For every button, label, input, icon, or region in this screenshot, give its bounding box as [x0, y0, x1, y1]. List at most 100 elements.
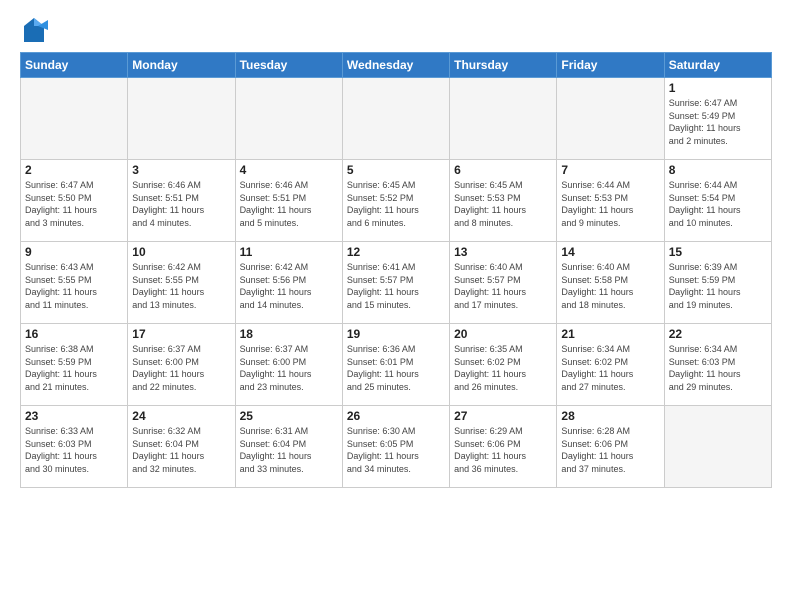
day-number: 4 [240, 163, 338, 177]
day-number: 19 [347, 327, 445, 341]
day-info: Sunrise: 6:32 AM Sunset: 6:04 PM Dayligh… [132, 425, 230, 475]
calendar-week-row: 16Sunrise: 6:38 AM Sunset: 5:59 PM Dayli… [21, 324, 772, 406]
column-header-friday: Friday [557, 53, 664, 78]
logo [20, 16, 52, 44]
calendar-day-cell: 26 Sunrise: 6:30 AM Sunset: 6:05 PM Dayli… [342, 406, 449, 488]
day-info: Sunrise: 6:45 AM Sunset: 5:53 PM Dayligh… [454, 179, 552, 229]
day-info: Sunrise: 6:46 AM Sunset: 5:51 PM Dayligh… [132, 179, 230, 229]
day-number: 7 [561, 163, 659, 177]
calendar-day-cell: 10 Sunrise: 6:42 AM Sunset: 5:55 PM Dayli… [128, 242, 235, 324]
day-number: 20 [454, 327, 552, 341]
day-number: 24 [132, 409, 230, 423]
day-number: 13 [454, 245, 552, 259]
day-info: Sunrise: 6:42 AM Sunset: 5:56 PM Dayligh… [240, 261, 338, 311]
calendar-header-row: SundayMondayTuesdayWednesdayThursdayFrid… [21, 53, 772, 78]
day-number: 22 [669, 327, 767, 341]
column-header-saturday: Saturday [664, 53, 771, 78]
day-number: 25 [240, 409, 338, 423]
calendar-day-cell [128, 78, 235, 160]
day-number: 28 [561, 409, 659, 423]
calendar-day-cell: 5 Sunrise: 6:45 AM Sunset: 5:52 PM Daylig… [342, 160, 449, 242]
day-info: Sunrise: 6:39 AM Sunset: 5:59 PM Dayligh… [669, 261, 767, 311]
day-number: 27 [454, 409, 552, 423]
day-info: Sunrise: 6:44 AM Sunset: 5:54 PM Dayligh… [669, 179, 767, 229]
calendar-day-cell: 19 Sunrise: 6:36 AM Sunset: 6:01 PM Dayli… [342, 324, 449, 406]
day-info: Sunrise: 6:33 AM Sunset: 6:03 PM Dayligh… [25, 425, 123, 475]
day-number: 15 [669, 245, 767, 259]
calendar-day-cell: 17Sunrise: 6:37 AM Sunset: 6:00 PM Dayli… [128, 324, 235, 406]
calendar-day-cell: 24 Sunrise: 6:32 AM Sunset: 6:04 PM Dayli… [128, 406, 235, 488]
day-number: 3 [132, 163, 230, 177]
day-info: Sunrise: 6:43 AM Sunset: 5:55 PM Dayligh… [25, 261, 123, 311]
day-info: Sunrise: 6:30 AM Sunset: 6:05 PM Dayligh… [347, 425, 445, 475]
calendar-day-cell: 11Sunrise: 6:42 AM Sunset: 5:56 PM Dayli… [235, 242, 342, 324]
day-number: 26 [347, 409, 445, 423]
calendar-day-cell: 2 Sunrise: 6:47 AM Sunset: 5:50 PM Daylig… [21, 160, 128, 242]
day-number: 5 [347, 163, 445, 177]
day-number: 23 [25, 409, 123, 423]
calendar-day-cell: 14Sunrise: 6:40 AM Sunset: 5:58 PM Dayli… [557, 242, 664, 324]
day-info: Sunrise: 6:42 AM Sunset: 5:55 PM Dayligh… [132, 261, 230, 311]
calendar-day-cell: 8 Sunrise: 6:44 AM Sunset: 5:54 PM Daylig… [664, 160, 771, 242]
day-number: 10 [132, 245, 230, 259]
column-header-thursday: Thursday [450, 53, 557, 78]
calendar-page: SundayMondayTuesdayWednesdayThursdayFrid… [0, 0, 792, 612]
day-number: 6 [454, 163, 552, 177]
day-number: 18 [240, 327, 338, 341]
calendar-week-row: 2 Sunrise: 6:47 AM Sunset: 5:50 PM Daylig… [21, 160, 772, 242]
calendar-day-cell [342, 78, 449, 160]
day-info: Sunrise: 6:28 AM Sunset: 6:06 PM Dayligh… [561, 425, 659, 475]
day-number: 8 [669, 163, 767, 177]
calendar-day-cell: 27 Sunrise: 6:29 AM Sunset: 6:06 PM Dayli… [450, 406, 557, 488]
calendar-day-cell: 20 Sunrise: 6:35 AM Sunset: 6:02 PM Dayli… [450, 324, 557, 406]
day-number: 21 [561, 327, 659, 341]
day-info: Sunrise: 6:36 AM Sunset: 6:01 PM Dayligh… [347, 343, 445, 393]
calendar-day-cell: 28 Sunrise: 6:28 AM Sunset: 6:06 PM Dayli… [557, 406, 664, 488]
calendar-day-cell: 23 Sunrise: 6:33 AM Sunset: 6:03 PM Dayli… [21, 406, 128, 488]
calendar-week-row: 23 Sunrise: 6:33 AM Sunset: 6:03 PM Dayli… [21, 406, 772, 488]
day-info: Sunrise: 6:41 AM Sunset: 5:57 PM Dayligh… [347, 261, 445, 311]
calendar-day-cell: 6 Sunrise: 6:45 AM Sunset: 5:53 PM Daylig… [450, 160, 557, 242]
day-info: Sunrise: 6:34 AM Sunset: 6:03 PM Dayligh… [669, 343, 767, 393]
day-info: Sunrise: 6:35 AM Sunset: 6:02 PM Dayligh… [454, 343, 552, 393]
calendar-week-row: 1 Sunrise: 6:47 AM Sunset: 5:49 PM Daylig… [21, 78, 772, 160]
calendar-day-cell: 4 Sunrise: 6:46 AM Sunset: 5:51 PM Daylig… [235, 160, 342, 242]
calendar-day-cell [664, 406, 771, 488]
day-info: Sunrise: 6:29 AM Sunset: 6:06 PM Dayligh… [454, 425, 552, 475]
calendar-day-cell: 3 Sunrise: 6:46 AM Sunset: 5:51 PM Daylig… [128, 160, 235, 242]
calendar-day-cell: 15 Sunrise: 6:39 AM Sunset: 5:59 PM Dayli… [664, 242, 771, 324]
page-header [20, 16, 772, 44]
calendar-week-row: 9Sunrise: 6:43 AM Sunset: 5:55 PM Daylig… [21, 242, 772, 324]
calendar-table: SundayMondayTuesdayWednesdayThursdayFrid… [20, 52, 772, 488]
day-info: Sunrise: 6:47 AM Sunset: 5:49 PM Dayligh… [669, 97, 767, 147]
day-number: 14 [561, 245, 659, 259]
calendar-day-cell: 1 Sunrise: 6:47 AM Sunset: 5:49 PM Daylig… [664, 78, 771, 160]
day-number: 1 [669, 81, 767, 95]
calendar-day-cell: 12 Sunrise: 6:41 AM Sunset: 5:57 PM Dayli… [342, 242, 449, 324]
column-header-wednesday: Wednesday [342, 53, 449, 78]
day-number: 2 [25, 163, 123, 177]
calendar-day-cell [450, 78, 557, 160]
day-info: Sunrise: 6:46 AM Sunset: 5:51 PM Dayligh… [240, 179, 338, 229]
day-number: 16 [25, 327, 123, 341]
calendar-day-cell: 18 Sunrise: 6:37 AM Sunset: 6:00 PM Dayli… [235, 324, 342, 406]
day-info: Sunrise: 6:37 AM Sunset: 6:00 PM Dayligh… [240, 343, 338, 393]
calendar-day-cell: 9Sunrise: 6:43 AM Sunset: 5:55 PM Daylig… [21, 242, 128, 324]
calendar-day-cell [557, 78, 664, 160]
day-info: Sunrise: 6:40 AM Sunset: 5:57 PM Dayligh… [454, 261, 552, 311]
calendar-day-cell: 22 Sunrise: 6:34 AM Sunset: 6:03 PM Dayli… [664, 324, 771, 406]
calendar-day-cell: 21Sunrise: 6:34 AM Sunset: 6:02 PM Dayli… [557, 324, 664, 406]
day-number: 12 [347, 245, 445, 259]
day-info: Sunrise: 6:31 AM Sunset: 6:04 PM Dayligh… [240, 425, 338, 475]
day-info: Sunrise: 6:47 AM Sunset: 5:50 PM Dayligh… [25, 179, 123, 229]
calendar-day-cell [21, 78, 128, 160]
calendar-day-cell: 13 Sunrise: 6:40 AM Sunset: 5:57 PM Dayli… [450, 242, 557, 324]
calendar-day-cell: 7Sunrise: 6:44 AM Sunset: 5:53 PM Daylig… [557, 160, 664, 242]
calendar-day-cell: 16Sunrise: 6:38 AM Sunset: 5:59 PM Dayli… [21, 324, 128, 406]
calendar-day-cell: 25 Sunrise: 6:31 AM Sunset: 6:04 PM Dayli… [235, 406, 342, 488]
column-header-monday: Monday [128, 53, 235, 78]
logo-icon [20, 16, 48, 44]
day-info: Sunrise: 6:45 AM Sunset: 5:52 PM Dayligh… [347, 179, 445, 229]
day-info: Sunrise: 6:37 AM Sunset: 6:00 PM Dayligh… [132, 343, 230, 393]
column-header-sunday: Sunday [21, 53, 128, 78]
